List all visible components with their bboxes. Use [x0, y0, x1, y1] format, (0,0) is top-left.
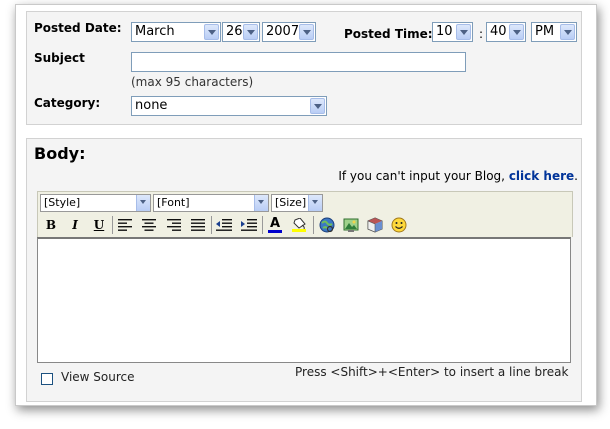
body-editor-area[interactable]: [37, 237, 571, 363]
chevron-down-icon: [204, 24, 219, 40]
blog-post-form-window: Posted Date: March 26 2007 Posted Time: …: [15, 4, 597, 406]
chevron-down-icon: [456, 24, 471, 40]
ampm-select[interactable]: PM: [531, 22, 577, 42]
size-select[interactable]: [Size]: [271, 194, 323, 212]
cube-media-icon: [367, 217, 383, 233]
chevron-down-icon: [310, 98, 325, 114]
month-select[interactable]: March: [131, 22, 221, 42]
toolbar-separator: [112, 216, 113, 234]
align-center-icon: [142, 219, 156, 231]
chevron-down-icon: [560, 24, 575, 40]
align-left-button[interactable]: [115, 216, 135, 234]
image-icon: [343, 218, 359, 232]
indent-icon: [241, 219, 257, 231]
fallback-text: If you can't input your Blog,: [338, 169, 505, 183]
subject-label: Subject: [34, 51, 85, 65]
click-here-link[interactable]: click here: [509, 169, 574, 183]
bold-button[interactable]: B: [41, 216, 61, 234]
minute-select[interactable]: 40: [486, 22, 526, 42]
align-right-icon: [167, 219, 181, 231]
line-break-hint: Press <Shift>+<Enter> to insert a line b…: [295, 365, 569, 379]
highlight-color-swatch: [292, 229, 306, 232]
view-source-checkbox[interactable]: [41, 373, 53, 385]
category-select[interactable]: none: [131, 96, 327, 116]
insert-emoticon-button[interactable]: [389, 216, 409, 234]
view-source-label: View Source: [61, 370, 135, 384]
font-select[interactable]: [Font]: [153, 194, 269, 212]
fallback-period: .: [574, 169, 578, 183]
editor-toolbar-row-2: B I U A: [37, 213, 573, 237]
chevron-down-icon: [509, 24, 524, 40]
highlight-color-button[interactable]: [289, 216, 309, 234]
hour-select[interactable]: 10: [432, 22, 473, 42]
outdent-button[interactable]: [214, 216, 234, 234]
align-center-button[interactable]: [139, 216, 159, 234]
smiley-icon: [391, 217, 407, 233]
body-label: Body:: [34, 144, 86, 163]
chevron-down-icon: [243, 24, 258, 40]
posted-time-label: Posted Time:: [344, 27, 433, 41]
insert-image-button[interactable]: [341, 216, 361, 234]
chevron-down-icon: [136, 195, 150, 211]
editor-fallback-note: If you can't input your Blog, click here…: [338, 169, 578, 183]
toolbar-separator: [262, 216, 263, 234]
italic-button[interactable]: I: [65, 216, 85, 234]
category-label: Category:: [34, 96, 101, 110]
time-separator: :: [479, 27, 484, 41]
subject-input[interactable]: [131, 52, 466, 72]
posted-date-label: Posted Date:: [34, 21, 122, 35]
globe-link-icon: [319, 217, 335, 233]
toolbar-separator: [313, 216, 314, 234]
outdent-icon: [216, 219, 232, 231]
justify-button[interactable]: [188, 216, 208, 234]
toolbar-separator: [211, 216, 212, 234]
style-select[interactable]: [Style]: [40, 194, 151, 212]
insert-media-button[interactable]: [365, 216, 385, 234]
editor-toolbar-row-1: [Style] [Font] [Size]: [37, 191, 573, 214]
day-select[interactable]: 26: [222, 22, 260, 42]
font-color-icon: A: [269, 215, 281, 231]
font-color-button[interactable]: A: [265, 216, 285, 234]
justify-icon: [191, 219, 205, 231]
align-right-button[interactable]: [164, 216, 184, 234]
year-select[interactable]: 2007: [262, 22, 316, 42]
chevron-down-icon: [254, 195, 268, 211]
underline-button[interactable]: U: [89, 216, 109, 234]
font-color-swatch: [268, 229, 282, 233]
subject-hint: (max 95 characters): [131, 75, 254, 89]
chevron-down-icon: [299, 24, 314, 40]
paint-bucket-icon: [293, 218, 306, 229]
chevron-down-icon: [308, 195, 322, 211]
align-left-icon: [118, 219, 132, 231]
insert-link-button[interactable]: [317, 216, 337, 234]
indent-button[interactable]: [239, 216, 259, 234]
